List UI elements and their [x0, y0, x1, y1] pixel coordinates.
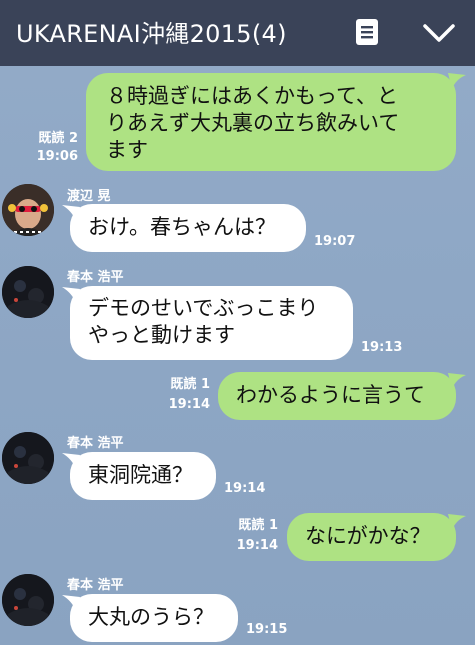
avatar[interactable]	[2, 432, 54, 484]
message-text: なにがかな？	[305, 524, 431, 548]
read-receipt: 既読 1	[238, 518, 278, 533]
message-text: 大丸のうら？	[88, 605, 214, 629]
message-bubble-outgoing[interactable]: ８時過ぎにはあくかもって、と りあえず大丸裏の立ち飲みいて ます	[86, 73, 456, 171]
chevron-down-icon[interactable]	[422, 22, 456, 44]
message-time: 19:15	[246, 622, 288, 637]
read-receipt: 既読 1	[170, 377, 210, 392]
sender-name: 春本 浩平	[67, 270, 124, 285]
avatar[interactable]	[2, 266, 54, 318]
sender-name: 春本 浩平	[67, 578, 124, 593]
chat-header: UKARENAI沖縄2015(4)	[0, 0, 475, 66]
message-time: 19:13	[361, 340, 403, 355]
avatar[interactable]	[2, 574, 54, 626]
message-text: わかるように言うて	[236, 383, 425, 407]
message-time: 19:14	[236, 538, 278, 553]
message-time: 19:14	[224, 481, 266, 496]
message-text: 東洞院通？	[88, 463, 193, 487]
read-receipt: 既読 2	[38, 131, 78, 146]
message-bubble-incoming[interactable]: 東洞院通？	[70, 452, 216, 500]
message-bubble-incoming[interactable]: デモのせいでぶっこまり やっと動けます	[70, 286, 353, 360]
message-time: 19:07	[314, 234, 356, 249]
avatar-image	[2, 432, 54, 484]
message-time: 19:06	[36, 149, 78, 164]
message-line: ます	[106, 138, 148, 162]
bubble-tail	[448, 73, 466, 89]
message-line: りあえず大丸裏の立ち飲みいて	[106, 111, 400, 135]
message-line: ８時過ぎにはあくかもって、と	[106, 84, 398, 108]
message-line: やっと動けます	[88, 323, 235, 347]
message-bubble-incoming[interactable]: おけ。春ちゃんは？	[70, 204, 306, 252]
bubble-tail	[448, 373, 466, 389]
bubble-tail	[448, 514, 466, 530]
memo-icon[interactable]	[356, 19, 378, 45]
sender-name: 春本 浩平	[67, 436, 124, 451]
message-bubble-outgoing[interactable]: わかるように言うて	[218, 372, 456, 420]
avatar[interactable]	[2, 184, 54, 236]
chat-title[interactable]: UKARENAI沖縄2015(4)	[16, 14, 287, 49]
message-text: おけ。春ちゃんは？	[88, 215, 276, 239]
message-bubble-incoming[interactable]: 大丸のうら？	[70, 594, 238, 642]
sender-name: 渡辺 晃	[67, 189, 111, 204]
message-bubble-outgoing[interactable]: なにがかな？	[287, 513, 456, 561]
avatar-image	[2, 574, 54, 626]
avatar-image	[2, 184, 54, 236]
avatar-image	[2, 266, 54, 318]
message-time: 19:14	[168, 397, 210, 412]
message-line: デモのせいでぶっこまり	[88, 296, 319, 320]
